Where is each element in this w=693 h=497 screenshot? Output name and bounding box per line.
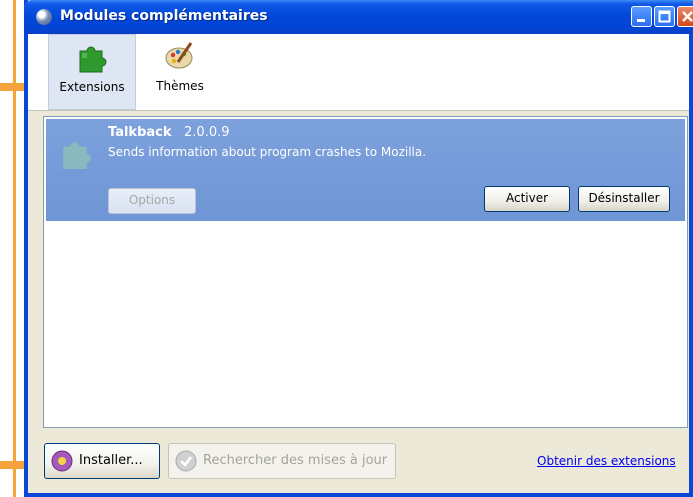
extension-name: Talkback [108, 125, 172, 140]
enable-button[interactable]: Activer [484, 186, 570, 212]
minimize-button[interactable] [631, 6, 652, 27]
extension-item-talkback[interactable]: Talkback 2.0.0.9 Sends information about… [46, 119, 685, 221]
toolbar: Extensions Thèmes [28, 34, 689, 111]
check-updates-icon [175, 450, 197, 472]
extensions-list[interactable]: Talkback 2.0.0.9 Sends information about… [43, 116, 688, 428]
tab-themes[interactable]: Thèmes [140, 34, 220, 110]
tab-extensions-label: Extensions [59, 80, 125, 94]
get-extensions-link[interactable]: Obtenir des extensions [537, 454, 676, 468]
addons-window: Modules complémentaires Extensions Thème… [24, 0, 693, 497]
extension-version: 2.0.0.9 [184, 125, 230, 140]
find-updates-label: Rechercher des mises à jour [203, 453, 388, 468]
tab-extensions[interactable]: Extensions [48, 34, 136, 110]
install-icon [51, 450, 73, 472]
install-label: Installer... [79, 453, 143, 468]
close-button[interactable] [677, 6, 693, 27]
palette-brush-icon [165, 42, 193, 69]
maximize-button[interactable] [654, 6, 675, 27]
app-icon [36, 9, 52, 25]
tab-themes-label: Thèmes [156, 79, 204, 93]
extension-name-row: Talkback 2.0.0.9 [108, 125, 230, 140]
uninstall-button[interactable]: Désinstaller [578, 186, 670, 212]
options-button[interactable]: Options [108, 188, 196, 214]
title-bar[interactable]: Modules complémentaires [24, 0, 693, 34]
close-icon [682, 11, 693, 22]
minimize-icon [637, 19, 645, 22]
maximize-icon [658, 10, 671, 23]
extension-description: Sends information about program crashes … [108, 145, 427, 159]
window-title: Modules complémentaires [60, 8, 268, 24]
puzzle-piece-icon [79, 46, 107, 73]
find-updates-button[interactable]: Rechercher des mises à jour [168, 443, 396, 479]
puzzle-piece-icon [63, 142, 91, 169]
install-button[interactable]: Installer... [44, 443, 160, 479]
